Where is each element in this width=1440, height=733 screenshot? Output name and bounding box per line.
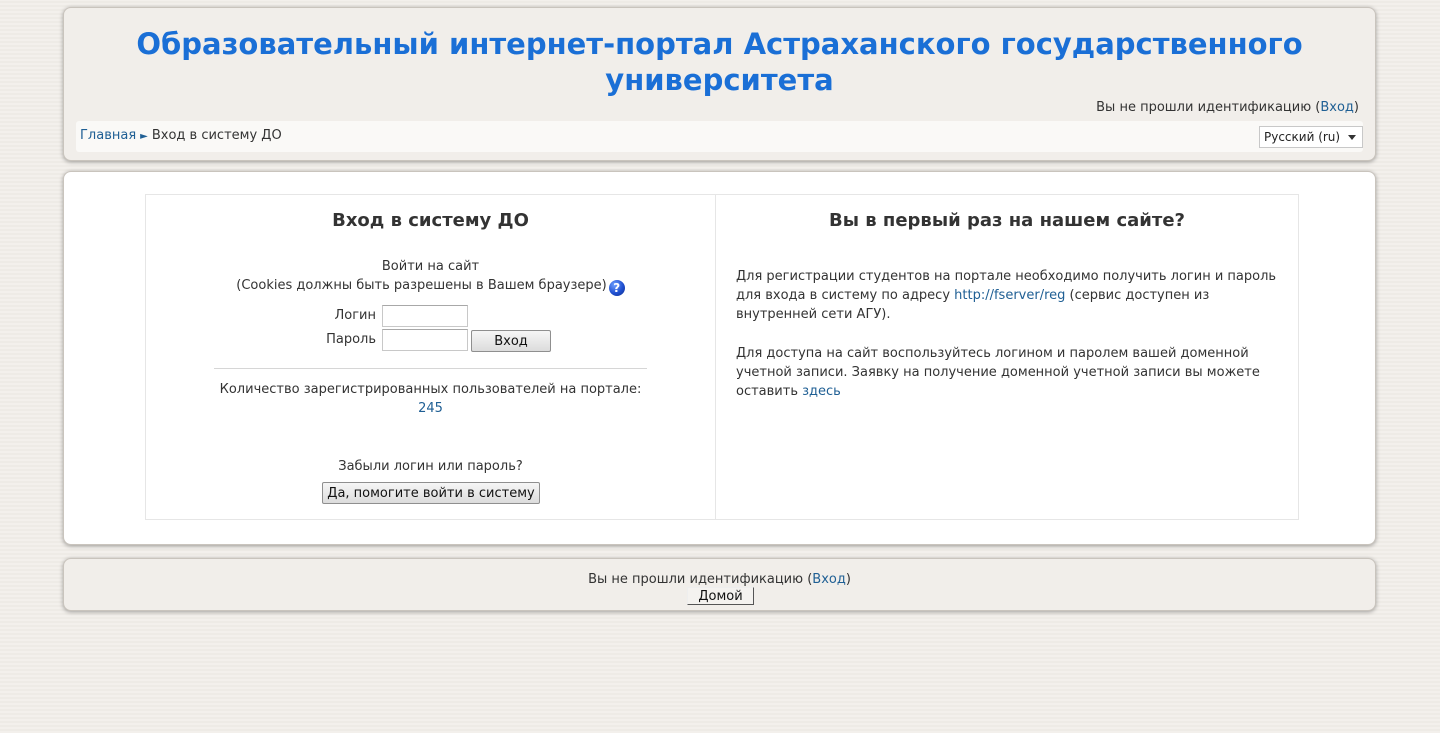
- login-info-top: Вы не прошли идентификацию (Вход): [1096, 100, 1359, 115]
- registration-link[interactable]: http://fserver/reg: [954, 288, 1065, 303]
- domain-request-link[interactable]: здесь: [802, 384, 841, 399]
- footer: Вы не прошли идентификацию (Вход) Домой: [63, 558, 1376, 611]
- login-link-top[interactable]: Вход: [1320, 100, 1354, 115]
- home-button[interactable]: Домой: [687, 587, 754, 605]
- login-subtitle: Войти на сайт (Cookies должны быть разре…: [146, 257, 715, 296]
- login-status-text: Вы не прошли идентификацию (: [1096, 100, 1321, 115]
- signup-panel: Вы в первый раз на нашем сайте? Для реги…: [716, 195, 1298, 519]
- footer-login-info: Вы не прошли идентификацию (Вход): [64, 572, 1375, 587]
- breadcrumb-current: Вход в систему ДО: [151, 128, 282, 143]
- breadcrumb: Главная ► Вход в систему ДО: [80, 128, 282, 143]
- navbar: Главная ► Вход в систему ДО Русский (ru): [76, 121, 1363, 152]
- breadcrumb-separator-icon: ►: [140, 131, 148, 142]
- breadcrumb-home-link[interactable]: Главная: [80, 128, 136, 143]
- divider: [214, 368, 647, 369]
- site-title: Образовательный интернет-портал Астрахан…: [136, 27, 1303, 97]
- forgot-label: Забыли логин или пароль?: [338, 459, 523, 474]
- domain-account-info: Для доступа на сайт воспользуйтесь логин…: [736, 344, 1286, 401]
- login-status-suffix: ): [1353, 100, 1359, 115]
- login-table: Вход в систему ДО Войти на сайт (Cookies…: [145, 194, 1299, 520]
- footer-login-suffix: ): [845, 572, 851, 587]
- login-panel: Вход в систему ДО Войти на сайт (Cookies…: [146, 195, 716, 519]
- forgot-password-button[interactable]: Да, помогите войти в систему: [322, 482, 540, 504]
- footer-login-link[interactable]: Вход: [812, 572, 846, 587]
- main-content: Вход в систему ДО Войти на сайт (Cookies…: [63, 171, 1376, 545]
- language-select[interactable]: Русский (ru): [1259, 126, 1363, 148]
- users-count-value: 245: [418, 401, 443, 416]
- login-subtitle-line1: Войти на сайт: [381, 259, 480, 274]
- footer-login-status: Вы не прошли идентификацию (: [588, 572, 813, 587]
- chevron-down-icon: [1348, 135, 1356, 140]
- users-count-label: Количество зарегистрированных пользовате…: [219, 382, 642, 397]
- login-subtitle-line2: (Cookies должны быть разрешены в Вашем б…: [146, 276, 715, 296]
- language-selected-value: Русский (ru): [1264, 130, 1341, 144]
- password-input[interactable]: [382, 329, 468, 351]
- login-panel-title: Вход в систему ДО: [332, 210, 529, 231]
- cookies-note: (Cookies должны быть разрешены в Вашем б…: [236, 278, 607, 293]
- help-icon[interactable]: ?: [608, 280, 625, 296]
- password-label: Пароль: [326, 332, 376, 347]
- header: Образовательный интернет-портал Астрахан…: [63, 7, 1376, 161]
- login-button[interactable]: Вход: [471, 330, 551, 352]
- registration-info: Для регистрации студентов на портале нео…: [736, 267, 1286, 324]
- username-label: Логин: [334, 308, 376, 323]
- signup-panel-title: Вы в первый раз на нашем сайте?: [828, 210, 1185, 231]
- username-input[interactable]: [382, 305, 468, 327]
